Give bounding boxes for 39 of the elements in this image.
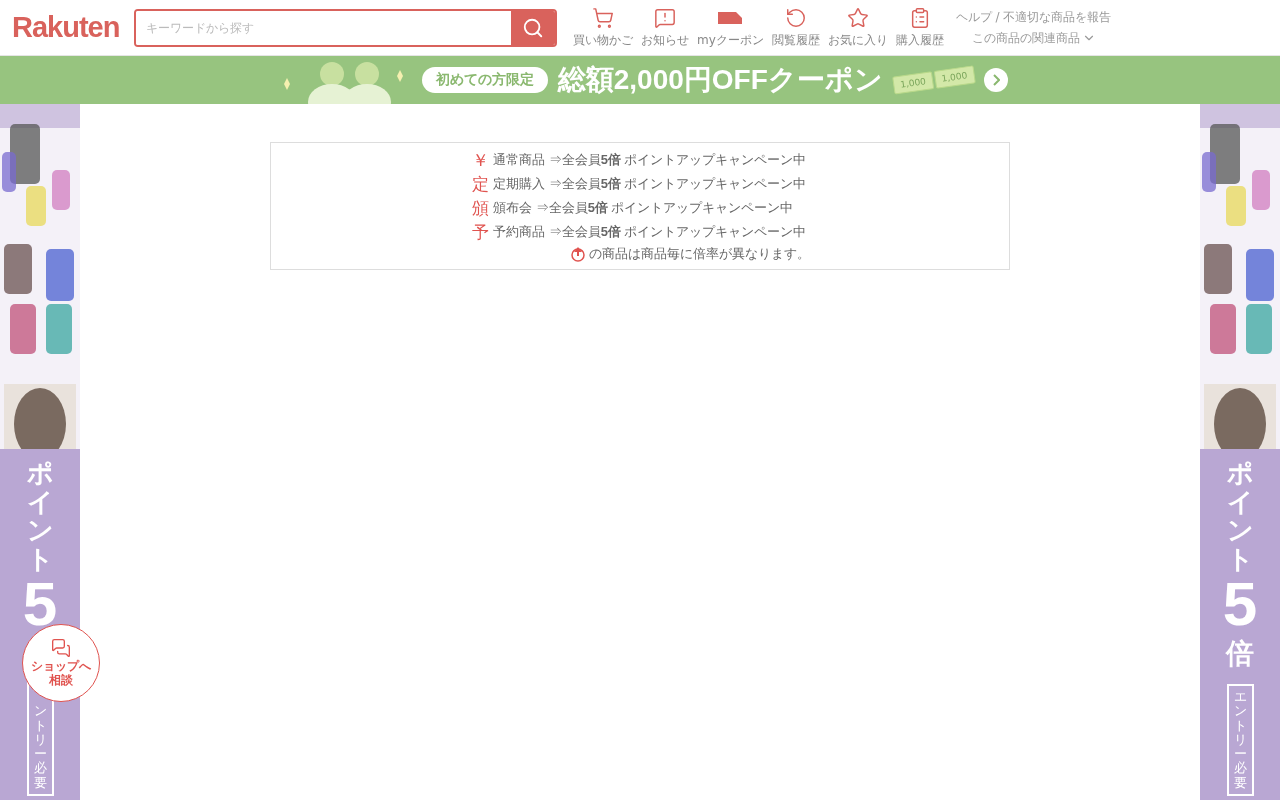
campaign-mark: 予: [472, 221, 489, 244]
campaign-text: 通常商品 ⇒全会員5倍 ポイントアップキャンペーン中: [493, 151, 807, 169]
banner-title: ポイント: [1227, 459, 1253, 574]
chevron-right-icon: [992, 74, 1000, 86]
coupon-ticket: 1,000: [933, 65, 976, 89]
campaign-mark: 頒: [472, 197, 489, 220]
nav-item[interactable]: 購入履歴: [895, 6, 944, 49]
nav-item[interactable]: お気に入り: [827, 6, 888, 49]
logo[interactable]: Rakuten: [12, 11, 118, 44]
promo-headline: 総額2,000円OFFクーポン: [557, 63, 883, 97]
related-link[interactable]: この商品の関連商品: [971, 29, 1096, 47]
side-banner[interactable]: ポイント 5 倍 エントリー必要: [1200, 104, 1280, 800]
campaign-text: 予約商品 ⇒全会員5倍 ポイントアップキャンペーン中: [493, 223, 807, 241]
nav-item[interactable]: myクーポン: [697, 6, 764, 49]
banner-unit: 倍: [1226, 636, 1254, 673]
search-icon: [522, 16, 544, 39]
campaign-mark: 定: [472, 173, 489, 196]
next-button[interactable]: [984, 68, 1009, 92]
nav-item[interactable]: 買い物かご: [573, 6, 633, 49]
campaign-text: 頒布会 ⇒全会員5倍 ポイントアップキャンペーン中: [493, 199, 794, 217]
chat-icon: [51, 638, 71, 659]
cart-icon: [592, 6, 614, 29]
promo-banner[interactable]: 初めての方限定 総額2,000円OFFクーポン 1,000 1,000: [0, 56, 1280, 104]
banner-number: 5: [1222, 573, 1258, 636]
search-button[interactable]: [511, 10, 555, 45]
notice-icon: [654, 6, 676, 29]
coupon-ticket: 1,000: [891, 71, 934, 95]
history-icon: [784, 6, 807, 29]
help-link[interactable]: ヘルプ / 不適切な商品を報告: [955, 8, 1112, 26]
campaign-text: 定期購入 ⇒全会員5倍 ポイントアップキャンペーン中: [493, 175, 807, 193]
banner-title: ポイント: [27, 459, 53, 574]
promo-badge: 初めての方限定: [421, 67, 548, 93]
search-bar[interactable]: キーワードから探す: [134, 8, 557, 47]
note-text: の商品は商品毎に倍率が異なります。: [589, 245, 810, 263]
nav-item[interactable]: 閲覧履歴: [771, 6, 820, 49]
nav-item[interactable]: お知らせ: [641, 6, 689, 49]
star-icon: [846, 6, 869, 29]
campaign-mark: ￥: [472, 149, 489, 172]
entry-label: エントリー必要: [1226, 683, 1254, 796]
